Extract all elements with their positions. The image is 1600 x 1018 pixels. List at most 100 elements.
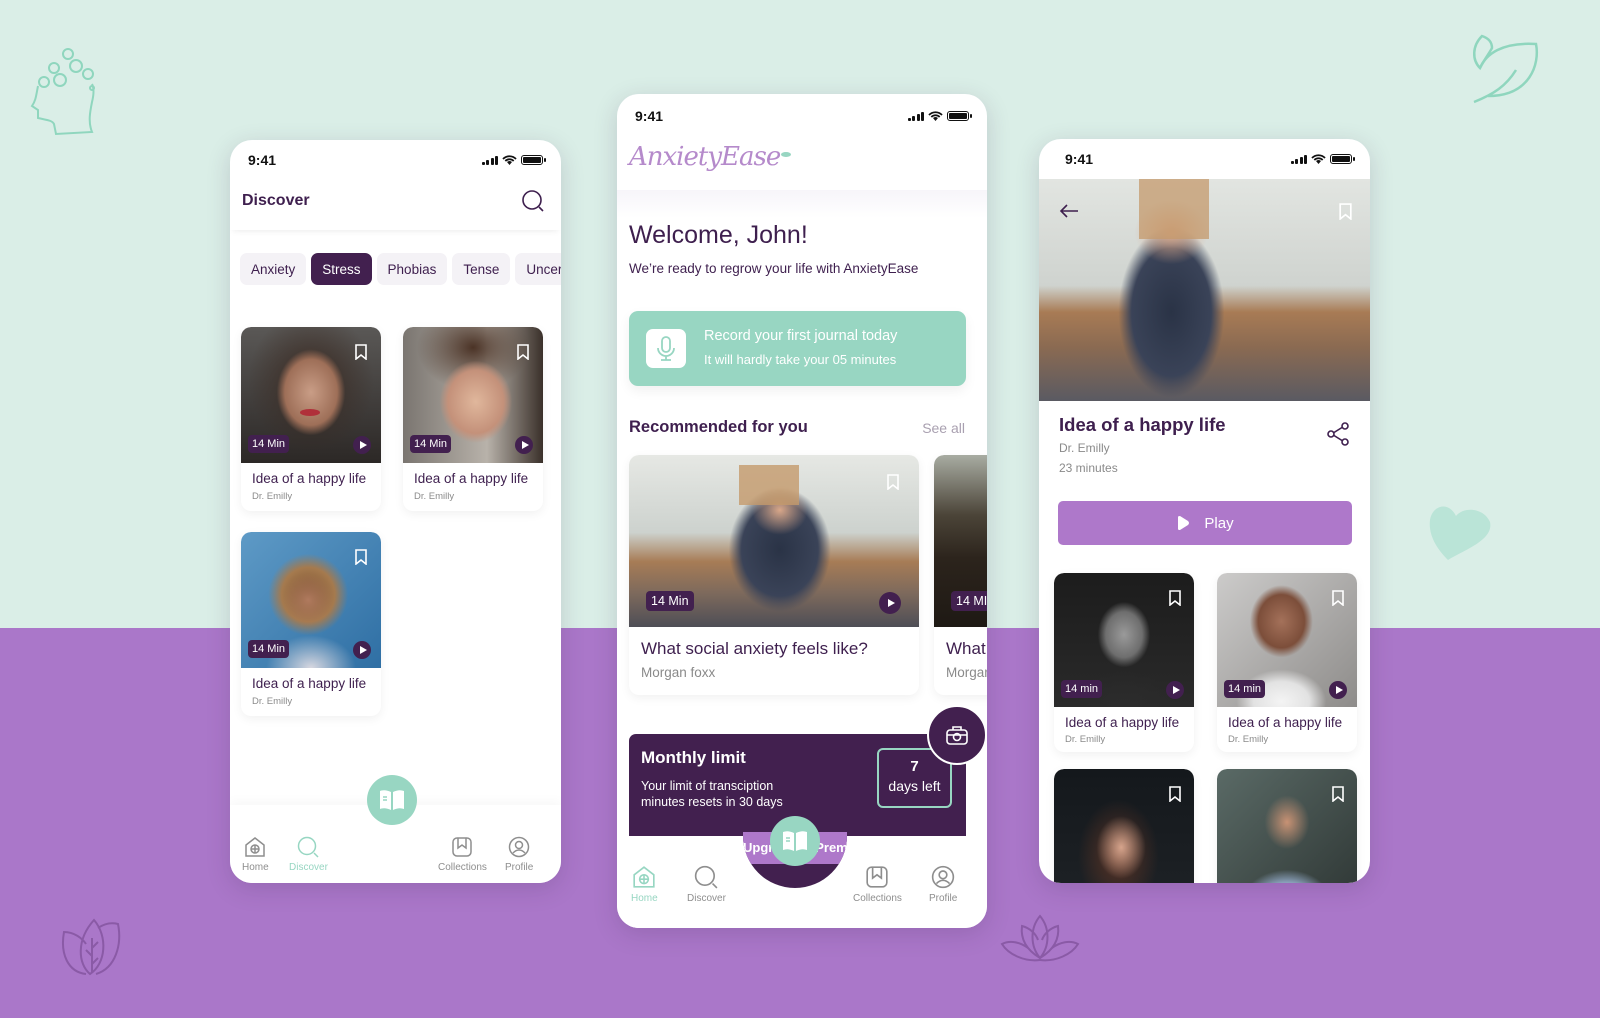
duration-badge: 14 Min <box>410 435 452 453</box>
bottom-nav: Home Discover Collections Profile <box>230 775 561 883</box>
phone-home: 9:41 AnxietyEase Welcome, John! We’re re… <box>617 94 987 928</box>
bookmark-icon <box>866 866 889 888</box>
signal-icon <box>907 111 924 121</box>
signal-icon <box>1290 154 1307 164</box>
content-card[interactable]: 14 Min Idea of a happy life Dr. Emilly <box>241 327 381 511</box>
related-card[interactable]: 14 min Idea of a happy life Dr. Emilly <box>1217 573 1357 752</box>
profile-icon <box>508 836 530 858</box>
page-title: Discover <box>242 192 310 209</box>
nav-collections[interactable]: Collections <box>853 865 902 904</box>
see-all-link[interactable]: See all <box>922 420 965 436</box>
back-arrow-icon[interactable] <box>1059 203 1079 219</box>
bookmark-icon[interactable] <box>1332 590 1344 606</box>
category-chips: AnxietyStressPhobiasTenseUncertainty <box>240 253 561 285</box>
content-card[interactable]: 14 Min Idea of a happy life Dr. Emilly <box>241 532 381 716</box>
duration-badge: 14 MIN <box>951 591 987 611</box>
lotus-icon <box>1000 914 1080 962</box>
recommended-card[interactable]: 14 Min What social anxiety feels like? M… <box>629 455 919 695</box>
bookmark-icon[interactable] <box>355 549 367 565</box>
duration-badge: 14 Min <box>646 591 694 611</box>
duration-badge: 14 Min <box>248 640 290 658</box>
nav-profile-label: Profile <box>505 862 534 873</box>
chip-anxiety[interactable]: Anxiety <box>240 253 307 285</box>
bookmark-icon[interactable] <box>1169 786 1181 802</box>
card-author: Morgan foxx <box>641 665 716 680</box>
play-icon[interactable] <box>1166 681 1184 699</box>
journal-title: Record your first journal today <box>704 328 898 344</box>
nav-discover[interactable]: Discover <box>687 865 726 904</box>
wifi-icon <box>928 110 943 121</box>
nav-collections[interactable]: Collections <box>438 836 487 873</box>
bookmark-icon[interactable] <box>517 344 529 360</box>
card-author: Dr. Emilly <box>252 696 293 707</box>
play-icon[interactable] <box>353 436 371 454</box>
nav-home[interactable]: Home <box>631 865 658 904</box>
bottom-nav: Upgrade to Premium Home Discover Collect… <box>617 816 987 928</box>
wifi-icon <box>1311 153 1326 164</box>
card-author: Dr. Emilly <box>1065 734 1106 745</box>
nav-profile[interactable]: Profile <box>929 865 957 904</box>
status-time: 9:41 <box>635 108 664 124</box>
search-icon[interactable] <box>521 189 545 213</box>
phone-discover: 9:41 Discover Anxiety Stress Phobias Tense U… <box>230 140 561 883</box>
heart-icon <box>1429 506 1491 560</box>
share-icon[interactable] <box>1326 422 1350 446</box>
chip-uncertainty[interactable]: Uncertainty <box>515 253 561 285</box>
profile-icon <box>931 865 955 889</box>
briefcase-check-icon <box>946 726 968 745</box>
tea-leaves-icon <box>62 918 121 976</box>
phone-detail: 9:41 Idea of a happy life Dr. Emilly 23 … <box>1039 139 1370 883</box>
premium-badge-button[interactable] <box>927 705 987 765</box>
bookmark-icon[interactable] <box>1332 786 1344 802</box>
recommended-card[interactable]: 14 MIN What Morgan <box>934 455 987 695</box>
content-card[interactable]: 14 Min Idea of a happy life Dr. Emilly <box>403 327 543 511</box>
card-title: Idea of a happy life <box>1228 715 1343 730</box>
logo-leaf-icon <box>781 152 791 157</box>
bookmark-icon[interactable] <box>887 474 899 490</box>
play-icon[interactable] <box>353 641 371 659</box>
play-icon[interactable] <box>879 592 901 614</box>
bookmark-icon[interactable] <box>355 344 367 360</box>
microphone-icon <box>657 335 675 361</box>
card-author: Dr. Emilly <box>252 491 293 502</box>
duration-badge: 14 Min <box>248 435 290 453</box>
battery-icon <box>521 155 546 165</box>
app-logo: AnxietyEase <box>629 142 781 172</box>
welcome-subtitle: We’re ready to regrow your life with Anx… <box>629 261 919 276</box>
head-swirl-icon <box>30 48 95 136</box>
header-fade <box>617 190 987 218</box>
app-header: AnxietyEase <box>617 138 987 190</box>
search-icon <box>695 865 718 889</box>
nav-profile[interactable]: Profile <box>505 836 533 873</box>
nav-home-label: Home <box>242 862 269 873</box>
card-author: Dr. Emilly <box>414 491 455 502</box>
play-button[interactable]: Play <box>1058 501 1352 545</box>
play-icon[interactable] <box>515 436 533 454</box>
related-card[interactable]: 14 min Idea of a happy life Dr. Emilly <box>1054 573 1194 752</box>
record-journal-banner[interactable]: Record your first journal today It will … <box>629 311 966 386</box>
chip-phobias[interactable]: Phobias <box>376 253 448 285</box>
nav-discover[interactable]: Discover <box>289 836 328 873</box>
chip-stress[interactable]: Stress <box>311 253 372 285</box>
chip-tense[interactable]: Tense <box>452 253 511 285</box>
limit-desc-2: minutes resets in 30 days <box>641 795 783 809</box>
journal-fab[interactable] <box>770 816 820 866</box>
nav-home[interactable]: Home <box>242 836 269 873</box>
nav-discover-label: Discover <box>289 862 328 873</box>
nav-profile-label: Profile <box>929 893 958 904</box>
hero-image <box>1039 179 1370 401</box>
card-title: Idea of a happy life <box>252 676 367 691</box>
bookmark-icon[interactable] <box>1169 590 1181 606</box>
related-card[interactable] <box>1054 769 1194 883</box>
signal-icon <box>481 155 498 165</box>
nav-collections-label: Collections <box>438 862 487 873</box>
bookmark-icon[interactable] <box>1339 203 1352 220</box>
discover-header: Discover <box>230 180 561 230</box>
play-icon[interactable] <box>1329 681 1347 699</box>
related-card[interactable] <box>1217 769 1357 883</box>
journal-fab[interactable] <box>367 775 417 825</box>
card-title: Idea of a happy life <box>414 471 529 486</box>
card-title: Idea of a happy life <box>1065 715 1180 730</box>
microphone-button[interactable] <box>646 329 686 368</box>
episode-duration: 23 minutes <box>1059 461 1118 475</box>
